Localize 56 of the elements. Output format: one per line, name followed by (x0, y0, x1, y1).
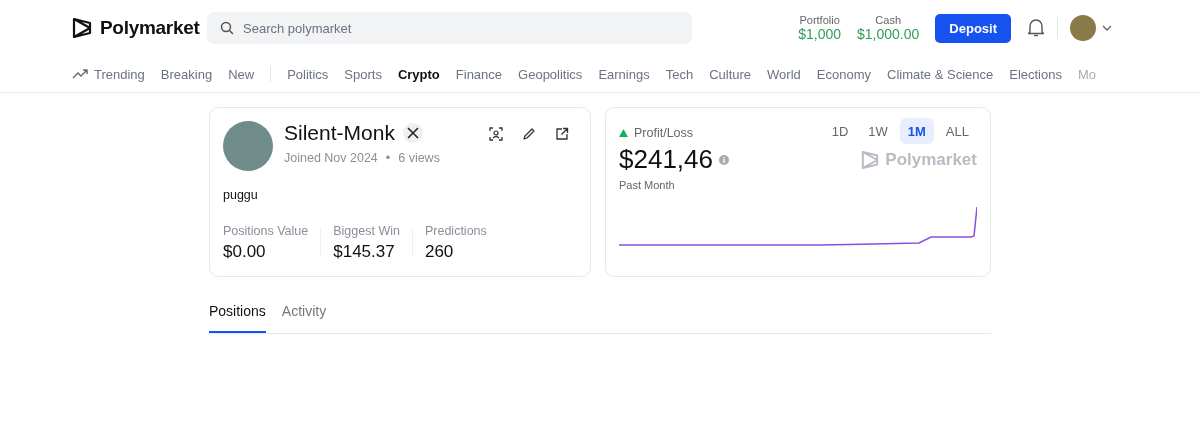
nav-link[interactable]: Trending (72, 66, 145, 82)
nav-link[interactable]: Geopolitics (518, 66, 583, 82)
stat-value: 260 (424, 242, 455, 262)
chevron-down-icon[interactable] (1102, 25, 1112, 31)
tab[interactable]: Activity (281, 299, 327, 333)
deposit-button[interactable]: Deposit (935, 13, 1011, 43)
nav-link[interactable]: Tech (665, 66, 694, 82)
nav-link[interactable]: Crypto (397, 66, 440, 82)
nav-link[interactable]: New (228, 66, 255, 82)
nav-link[interactable]: Elections (1009, 66, 1062, 82)
nav-link[interactable]: World (767, 66, 801, 82)
triangle-up-icon (619, 129, 628, 137)
avatar[interactable] (1070, 15, 1096, 41)
portfolio-value: $1,000 (798, 26, 842, 42)
nav-link[interactable]: Culture (709, 66, 752, 82)
joined-date: Joined Nov 2024 (284, 151, 378, 165)
external-link-icon[interactable] (555, 127, 569, 141)
nav-link[interactable]: Economy (816, 66, 871, 82)
range-tab[interactable]: 1W (860, 118, 896, 144)
brand-name[interactable]: Polymarket (100, 17, 200, 39)
nav-link[interactable]: Earnings (598, 66, 650, 82)
search-field[interactable]: Search polymarket (207, 12, 692, 44)
stat-value: $0.00 (223, 242, 267, 262)
profit-loss-label: Profit/Loss (634, 126, 694, 140)
stat-label: Biggest Win (333, 224, 400, 238)
x-icon[interactable] (402, 123, 423, 143)
separator-dot: • (385, 151, 391, 165)
bell-icon[interactable] (1027, 18, 1045, 38)
edit-icon[interactable] (522, 127, 536, 141)
bio: puggu (223, 188, 259, 202)
logo-icon (72, 17, 92, 39)
stat-label: Positions Value (223, 224, 309, 238)
profit-loss-value: $241,46 (619, 144, 713, 175)
portfolio-label: Portfolio (799, 14, 840, 26)
cash-label: Cash (875, 14, 901, 26)
nav-link[interactable]: Climate & Science (887, 66, 994, 82)
trend-icon (72, 69, 88, 79)
range-tab[interactable]: 1M (899, 118, 934, 144)
watermark: Polymarket (885, 149, 977, 170)
stat-label: Predictions (424, 224, 487, 238)
username: Silent-Monk (284, 121, 395, 145)
nav-link[interactable]: Sports (344, 66, 382, 82)
period-label: Past Month (619, 179, 676, 191)
nav-link[interactable]: Breaking (160, 66, 213, 82)
tab[interactable]: Positions (209, 299, 266, 333)
cash-value: $1,000.00 (857, 26, 920, 42)
range-tab[interactable]: ALL (937, 118, 977, 144)
logo-icon (861, 149, 880, 170)
search-icon (220, 21, 234, 35)
nav-link[interactable]: Politics (287, 66, 329, 82)
view-count: 6 views (398, 151, 440, 165)
nav-link[interactable]: Finance (455, 66, 503, 82)
avatar (223, 121, 273, 171)
range-tab[interactable]: 1D (823, 118, 857, 144)
scan-icon[interactable] (489, 127, 503, 141)
stat-value: $145.37 (333, 242, 396, 262)
